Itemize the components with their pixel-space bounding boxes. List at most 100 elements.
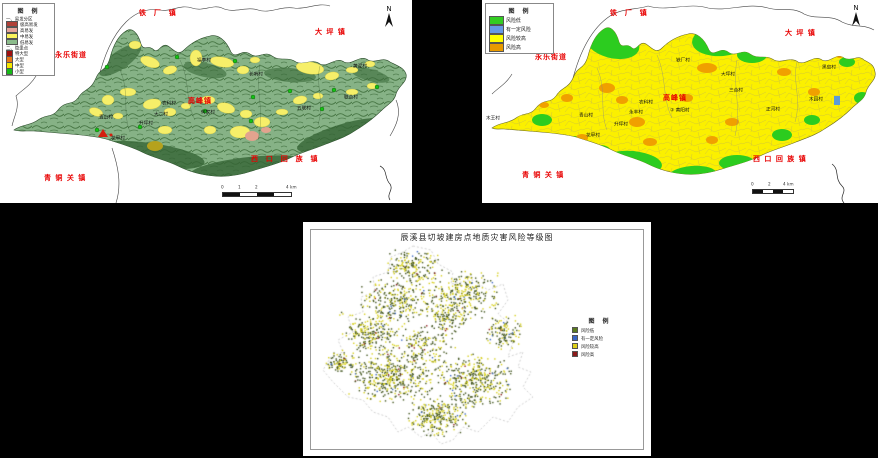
village-label: 青山村 — [99, 114, 113, 120]
village-label: 大二村 — [154, 111, 168, 117]
north-arrow-icon — [850, 11, 862, 27]
village-label: 黑窑村 — [822, 64, 836, 70]
legend-row: 有一定风险 — [489, 25, 551, 34]
north-arrow: N — [850, 5, 862, 31]
village-label: 长哨村 — [249, 71, 263, 77]
legend-swatch — [572, 343, 578, 349]
town-label: 高峰镇 — [663, 93, 687, 103]
village-label: 三合村 — [729, 87, 743, 93]
village-label: 何家村 — [201, 109, 215, 115]
legend-swatch — [572, 327, 578, 333]
village-label: 正河村 — [766, 106, 780, 112]
village-label: 木王村 — [486, 115, 500, 121]
legend-swatch — [572, 335, 578, 341]
town-label: 青 铜 关 镇 — [522, 170, 564, 180]
town-label: 西 口 回 族 镇 — [753, 154, 807, 164]
legend-row: 风险低 — [489, 16, 551, 25]
legend-label: 有一定风险 — [506, 26, 531, 33]
town-label: 青 铜 关 镇 — [44, 173, 86, 183]
legend-label: 中型 — [15, 62, 24, 68]
legend-risk-rows: 风险低有一定风险风险较高风险高 — [489, 16, 551, 52]
legend-risk-zoning: 图 例 风险低有一定风险风险较高风险高 — [485, 3, 554, 54]
village-label: 升坪村 — [614, 121, 628, 127]
legend-label: 风险低 — [506, 17, 521, 24]
village-label: 升坪村 — [139, 120, 153, 126]
village-label: 永丰村 — [629, 109, 643, 115]
scale-label: 2 — [768, 182, 771, 187]
legend-label: 高易发 — [20, 27, 33, 33]
legend-row: 风险低 — [572, 326, 628, 334]
risk-zoning-map-panel[interactable]: 图 例 风险低有一定风险风险较高风险高 铁 厂 镇大 坪 镇永乐街道高峰镇青 铜… — [482, 0, 878, 203]
legend-point-rows: 特大型大型中型小型 — [6, 50, 52, 74]
legend-section1-header: 一、易发分区 — [6, 16, 31, 19]
some-risk-patch — [834, 96, 840, 105]
legend-label: 风险高 — [581, 351, 594, 357]
legend-label: 中易发 — [20, 33, 33, 39]
legend-label: 大型 — [15, 56, 24, 62]
village-label: ② 黄阳村 — [670, 107, 690, 113]
legend-label: 小型 — [15, 68, 24, 74]
scale-bar — [222, 192, 292, 197]
village-label: 大坪村 — [721, 71, 735, 77]
village-label: 农科村 — [162, 100, 176, 106]
town-label: 大 坪 镇 — [785, 28, 816, 38]
village-label: 木园村 — [809, 96, 823, 102]
scale-label: 0 — [751, 182, 754, 187]
scale-label: 4 km — [286, 185, 297, 190]
town-label: 铁 厂 镇 — [139, 8, 177, 18]
legend-label: 风险较高 — [581, 343, 599, 349]
north-arrow: N — [383, 6, 395, 32]
town-label: 永乐街道 — [55, 50, 87, 60]
scale-bar — [752, 189, 794, 194]
olive-patch — [147, 141, 163, 151]
scale-label: 2 — [255, 185, 258, 190]
village-label: 铁厂村 — [676, 57, 690, 63]
legend-row: 小型 — [6, 68, 52, 74]
legend-swatch — [489, 34, 504, 43]
village-label: 联合村 — [344, 94, 358, 100]
town-label: 铁 厂 镇 — [610, 8, 648, 18]
figure-background: { "figure": {"background": "#000000"}, "… — [0, 0, 878, 458]
scale-label: 4 km — [783, 182, 794, 187]
legend-title: 图 例 — [6, 6, 52, 15]
legend-swatch — [489, 43, 504, 52]
legend-title: 图 例 — [572, 316, 628, 325]
legend-label: 风险低 — [581, 327, 594, 333]
legend-swatch — [489, 25, 504, 34]
river-line — [832, 164, 844, 203]
legend-label: 有一定风险 — [581, 335, 603, 341]
susceptibility-map-panel[interactable]: 图 例 一、易发分区 极高易发高易发中易发低易发 二、隐患点 特大型大型中型小型… — [0, 0, 412, 203]
legend-swatch — [489, 16, 504, 25]
legend-section2-header: 二、隐患点 — [6, 45, 31, 48]
town-label: 大 坪 镇 — [315, 27, 346, 37]
legend-susceptibility: 图 例 一、易发分区 极高易发高易发中易发低易发 二、隐患点 特大型大型中型小型 — [2, 3, 55, 76]
village-label: 青山村 — [579, 112, 593, 118]
village-label: 黄泥村 — [353, 63, 367, 69]
slope-points-map-panel[interactable]: 辰溪县切坡建房点地质灾害风险等级图 图 例 风险低有一定风险风险较高风险高 — [303, 222, 651, 456]
legend-swatch — [572, 351, 578, 357]
north-arrow-icon — [383, 12, 395, 28]
legend-row: 风险高 — [489, 43, 551, 52]
legend-label: 风险高 — [506, 44, 521, 51]
town-label: 西 口 回 族 镇 — [251, 154, 319, 164]
town-label: 高峰镇 — [188, 96, 212, 106]
legend-title: 图 例 — [489, 6, 551, 15]
legend-slope-points: 图 例 风险低有一定风险风险较高风险高 — [569, 314, 630, 359]
legend-zone-rows: 极高易发高易发中易发低易发 — [6, 21, 52, 45]
legend-label: 风险较高 — [506, 35, 526, 42]
river-line — [380, 166, 391, 200]
legend-label: 极高易发 — [20, 21, 38, 27]
scale-label: 0 — [221, 185, 224, 190]
village-label: 花甲村 — [111, 135, 125, 141]
legend-swatch — [6, 68, 13, 75]
legend-label: 特大型 — [15, 50, 28, 56]
village-label: 花甲村 — [586, 132, 600, 138]
legend-row: 风险高 — [572, 350, 628, 358]
legend-row: 有一定风险 — [572, 334, 628, 342]
legend-row: 风险较高 — [572, 342, 628, 350]
village-label: 福李村 — [197, 57, 211, 63]
village-label: 五联村 — [297, 105, 311, 111]
legend-row: 风险较高 — [489, 34, 551, 43]
legend-point-rows: 风险低有一定风险风险较高风险高 — [572, 326, 628, 358]
scale-label: 1 — [238, 185, 241, 190]
